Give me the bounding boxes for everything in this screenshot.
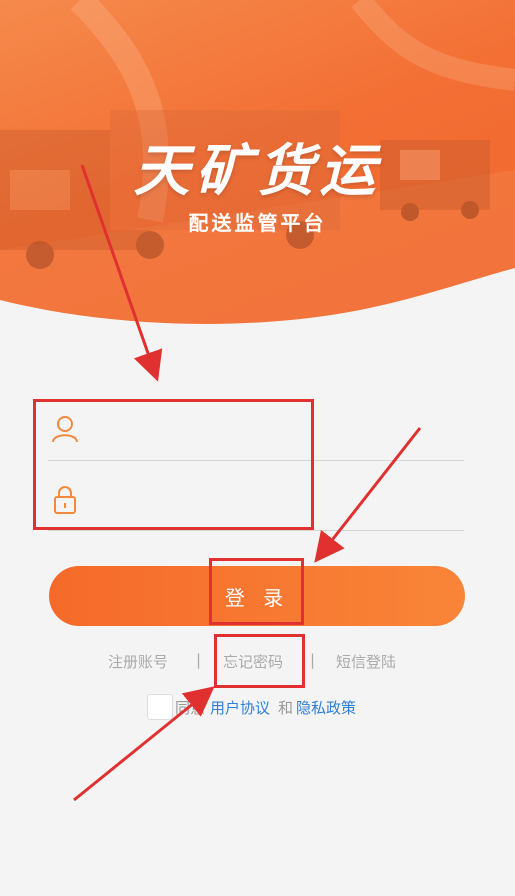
app-title: 天矿货运 (133, 139, 382, 204)
annotation-box-forgot (214, 634, 305, 688)
app-subtitle: 配送监管平台 (188, 211, 327, 235)
links-divider: | (196, 651, 202, 669)
agreement-and: 和 (278, 699, 294, 717)
sms-login-link[interactable]: 短信登陆 (336, 651, 396, 672)
privacy-policy-link[interactable]: 隐私政策 (296, 697, 356, 718)
agreement-checkbox[interactable] (147, 694, 173, 720)
agreement-prefix: 同意 (175, 699, 206, 717)
annotation-box-login (209, 558, 304, 625)
links-divider: | (310, 651, 316, 669)
header-banner: 天矿货运 配送监管平台 (0, 0, 515, 340)
register-link[interactable]: 注册账号 (108, 651, 168, 672)
user-agreement-link[interactable]: 用户协议 (210, 697, 270, 718)
annotation-box-credentials (33, 399, 314, 530)
